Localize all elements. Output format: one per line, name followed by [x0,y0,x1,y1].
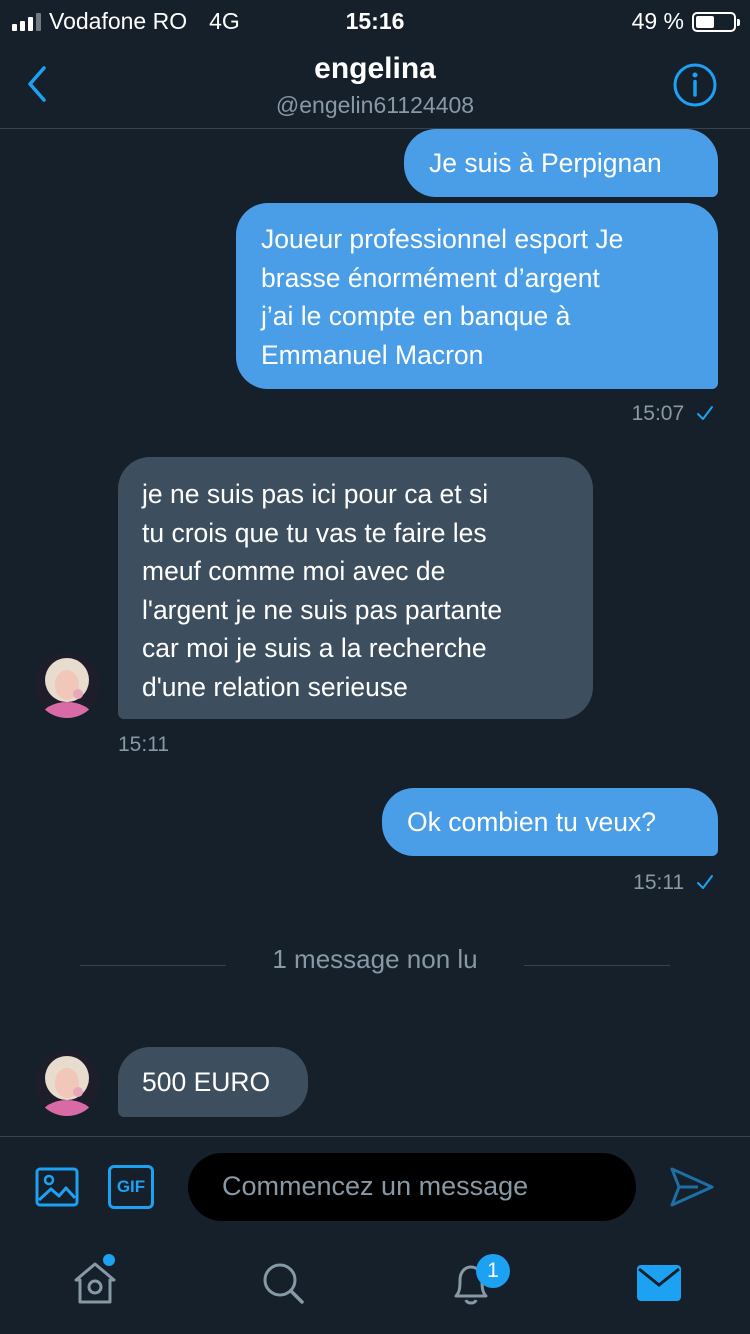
tab-home[interactable] [70,1258,120,1308]
info-icon [673,63,717,107]
conversation-header: engelina @engelin61124408 [0,40,750,129]
message-meta: 15:11 [633,871,714,895]
message-line: tu crois que tu vas te faire les [142,517,487,548]
home-icon [74,1262,116,1304]
unread-divider-label: 1 message non lu [272,944,478,974]
conversation-name[interactable]: engelina [0,52,750,86]
message-bubble-outgoing[interactable]: Joueur professionnel esport Je brasse én… [236,203,718,389]
tab-messages[interactable] [634,1258,684,1308]
message-meta: 15:07 [632,402,714,426]
avatar-image [34,1050,100,1116]
message-text: Ok combien tu veux? [407,807,656,837]
message-line: l'argent je ne suis pas partante [142,594,503,625]
tab-search[interactable] [258,1258,308,1308]
read-check-icon [697,406,713,420]
message-bubble-outgoing[interactable]: Je suis à Perpignan [404,129,718,197]
message-line: meuf comme moi avec de [142,556,446,586]
gif-icon: GIF [116,1177,146,1196]
message-text: Je suis à Perpignan [429,148,662,178]
message-line: j’ai le compte en banque à [261,301,571,331]
conversation-handle: @engelin61124408 [275,92,475,118]
message-input-placeholder: Commencez un message [222,1171,529,1201]
image-button[interactable] [34,1164,80,1210]
unread-divider-right [524,965,670,966]
send-button[interactable] [668,1165,716,1209]
message-line: je ne suis pas ici pour ca et si [142,479,489,509]
message-line: brasse énormément d’argent [261,262,600,293]
avatar-image [34,652,100,718]
message-bubble-outgoing[interactable]: Ok combien tu veux? [382,788,718,856]
battery-fill [696,15,714,28]
gif-button[interactable]: GIF [108,1165,154,1209]
battery-percent: 49 % [631,8,684,34]
image-icon [35,1167,79,1207]
message-input[interactable]: Commencez un message [188,1153,636,1221]
message-time: 15:11 [633,871,685,894]
read-check-icon [697,875,713,889]
message-time: 15:07 [631,402,685,425]
notifications-badge: 1 [476,1254,510,1288]
message-line: Emmanuel Macron [261,339,484,370]
contact-avatar[interactable] [34,1050,100,1116]
message-time: 15:11 [118,733,169,756]
battery-icon [692,11,740,32]
search-icon [263,1263,304,1304]
info-button[interactable] [672,62,718,108]
home-new-dot [103,1254,115,1266]
message-line: Joueur professionnel esport Je [261,224,624,254]
send-icon [670,1167,714,1207]
tab-bar: 1 [0,1236,750,1334]
contact-avatar[interactable] [34,652,100,718]
status-right: 49 % [631,8,740,35]
message-bubble-incoming[interactable]: je ne suis pas ici pour ca et si tu croi… [118,457,593,719]
status-bar: Vodafone RO 4G 15:16 49 % [0,0,750,40]
message-composer: GIF Commencez un message [0,1136,750,1237]
message-line: car moi je suis a la recherche [142,633,487,663]
message-bubble-incoming[interactable]: 500 EURO [118,1047,308,1117]
message-text: 500 EURO [142,1067,271,1097]
message-line: d'une relation serieuse [142,671,408,702]
mail-icon [637,1265,681,1301]
